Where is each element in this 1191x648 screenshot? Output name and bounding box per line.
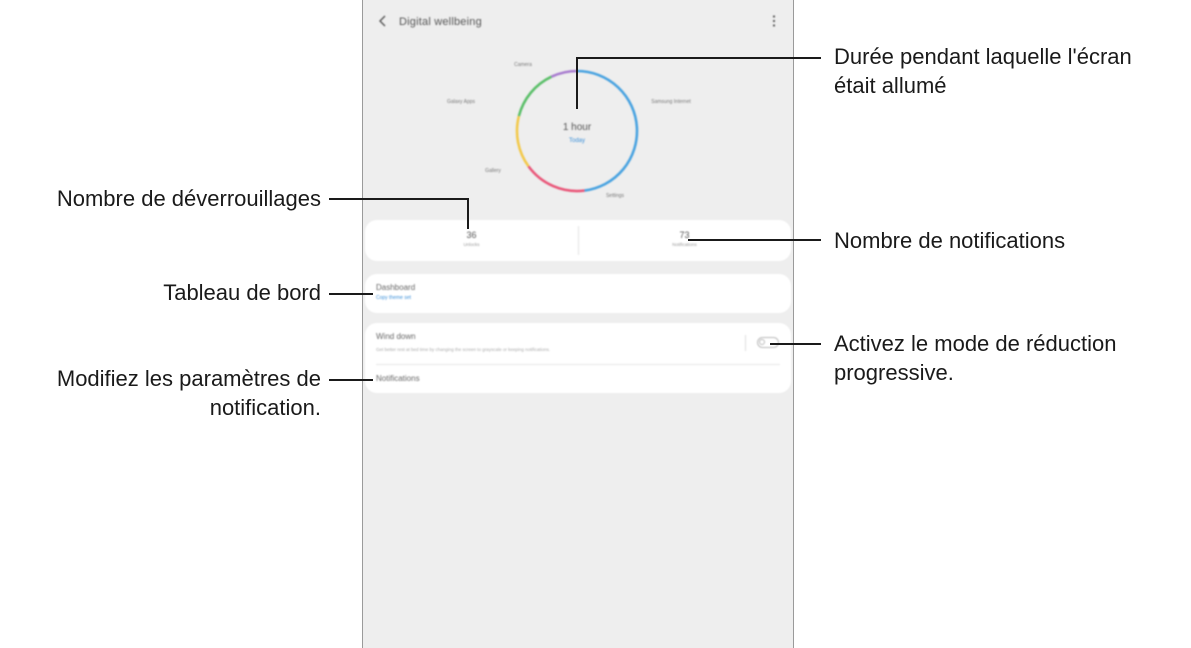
wind-down-title[interactable]: Wind down (376, 332, 416, 341)
wind-down-description: Get better rest at bed time by changing … (376, 347, 551, 352)
total-screen-time: 1 hour (563, 122, 592, 133)
segment-label-settings: Settings (606, 193, 625, 199)
donut-segment-camera (550, 69, 578, 78)
notifications-row-label: Notifications (376, 374, 420, 383)
unlocks-stat[interactable]: 36 Unlocks (365, 220, 578, 261)
callout-wind-down-line2: progressive. (834, 360, 954, 385)
settings-card: Wind down Get better rest at bed time by… (365, 323, 791, 393)
screen-time-donut-chart[interactable]: Camera Galaxy Apps Samsung Internet Gall… (363, 46, 794, 216)
dashboard-card[interactable]: Dashboard Copy theme set (365, 274, 791, 313)
screen-time-period: Today (569, 138, 585, 144)
callout-notification-settings: Modifiez les paramètres de notification. (57, 364, 321, 422)
notifications-label: Notifications (672, 242, 697, 247)
segment-label-samsung-internet: Samsung Internet (651, 99, 691, 105)
callout-screen-time-line1: Durée pendant laquelle l'écran (834, 44, 1132, 69)
segment-label-gallery: Gallery (485, 168, 501, 174)
leader-unlocks (329, 198, 469, 200)
callout-notification-settings-line2: notification. (209, 395, 321, 420)
segment-label-camera: Camera (514, 62, 532, 68)
dashboard-subtitle: Copy theme set (376, 295, 412, 301)
leader-screen-time (577, 57, 821, 59)
callout-unlocks: Nombre de déverrouillages (56, 186, 321, 211)
callout-screen-time: Durée pendant laquelle l'écran était all… (834, 42, 1132, 100)
leader-notifications-count (688, 239, 821, 241)
app-title: Digital wellbeing (399, 16, 482, 28)
callout-notifications-count: Nombre de notifications (834, 228, 1066, 253)
segment-label-galaxy-apps: Galaxy Apps (447, 99, 476, 105)
callout-wind-down: Activez le mode de réduction progressive… (834, 329, 1117, 387)
notifications-settings-row[interactable]: Notifications (365, 365, 791, 393)
back-arrow-icon[interactable] (376, 14, 390, 28)
more-options-icon[interactable] (771, 14, 777, 28)
app-bar: Digital wellbeing (363, 0, 793, 44)
donut-segment-settings (527, 165, 585, 193)
callout-notification-settings-line1: Modifiez les paramètres de (56, 366, 321, 391)
leader-screen-time-v (576, 57, 578, 109)
donut-segment-gallery (515, 115, 530, 168)
leader-wind-down (770, 343, 821, 345)
leader-unlocks-v (467, 198, 469, 229)
callout-dashboard: Tableau de bord (163, 280, 321, 305)
unlocks-count: 36 (466, 230, 477, 240)
leader-dashboard (329, 293, 373, 295)
donut-segment-galaxy-apps (517, 75, 553, 117)
device-screen: Digital wellbeing Camera Galaxy Apps Sam… (362, 0, 794, 648)
toggle-divider (745, 335, 746, 351)
callout-wind-down-line1: Activez le mode de réduction (834, 331, 1117, 356)
unlocks-label: Unlocks (463, 242, 480, 247)
leader-notification-settings (329, 379, 373, 381)
callout-screen-time-line2: était allumé (834, 73, 947, 98)
toggle-knob (759, 339, 765, 345)
dashboard-title: Dashboard (376, 283, 416, 292)
